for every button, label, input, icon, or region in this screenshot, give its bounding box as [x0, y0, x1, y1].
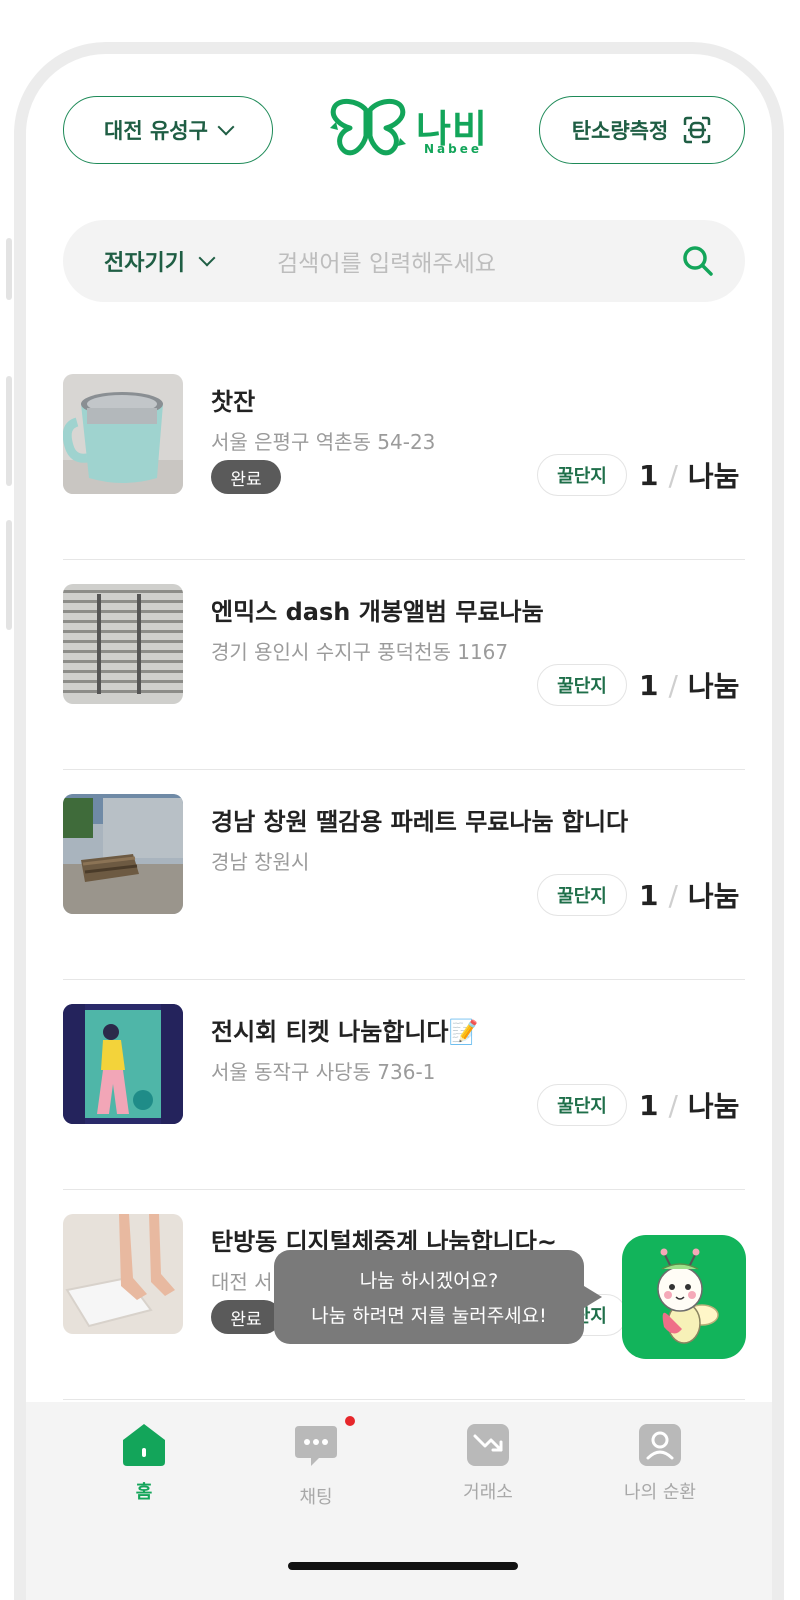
list-item[interactable]: 찻잔 서울 은평구 역촌동 54-23 완료 꿀단지 1 / 나눔: [63, 350, 745, 560]
item-count-value: 1: [639, 668, 659, 702]
phone-side-button: [6, 238, 12, 300]
item-title: 전시회 티켓 나눔합니다📝: [211, 1018, 479, 1046]
location-label: 대전 유성구: [104, 119, 208, 143]
item-title: 엔믹스 dash 개봉앨범 무료나눔: [211, 598, 544, 626]
share-tooltip: 나눔 하시겠어요? 나눔 하려면 저를 눌러주세요!: [274, 1250, 602, 1344]
item-count: 1 / 나눔: [639, 874, 739, 916]
scan-icon: [684, 116, 711, 144]
phone-side-button: [6, 520, 12, 630]
share-mascot-button[interactable]: [622, 1235, 746, 1359]
count-separator: /: [668, 878, 678, 912]
bottom-navigation: 홈 채팅 거래소 나의 순환: [26, 1402, 772, 1600]
bee-mascot-icon: [657, 1248, 719, 1344]
chat-notification-dot: [345, 1416, 355, 1426]
item-title: 찻잔: [211, 388, 256, 416]
butterfly-logo-icon: [330, 99, 406, 156]
poster-photo: [63, 1004, 183, 1124]
app-logo: 나비 Nabee: [328, 98, 498, 168]
scale-photo: [63, 1214, 183, 1334]
location-selector[interactable]: 대전 유성구: [63, 96, 273, 164]
item-thumbnail: [63, 794, 183, 914]
nav-home[interactable]: 홈: [84, 1422, 204, 1504]
item-count-value: 1: [639, 1088, 659, 1122]
phone-screen: 대전 유성구 나비 Nabee 탄소량측정 전자기기 검색어를 입력해주세요 찻…: [14, 42, 784, 1600]
status-badge: 완료: [211, 1300, 281, 1334]
item-type: 나눔: [687, 880, 740, 913]
logo-subtext: Nabee: [424, 142, 483, 156]
item-count-value: 1: [639, 458, 659, 492]
item-address: 서울 동작구 사당동 736-1: [211, 1060, 436, 1084]
status-badge: 완료: [211, 460, 281, 494]
album-stack-photo: [63, 584, 183, 704]
carbon-measure-button[interactable]: 탄소량측정: [539, 96, 745, 164]
nav-exchange-label: 거래소: [463, 1482, 513, 1503]
item-count-value: 1: [639, 878, 659, 912]
chevron-down-icon: [198, 249, 216, 267]
count-separator: /: [668, 668, 678, 702]
count-separator: /: [668, 458, 678, 492]
item-type: 나눔: [687, 460, 740, 493]
carbon-measure-label: 탄소량측정: [571, 119, 669, 143]
nav-home-label: 홈: [135, 1482, 153, 1503]
chat-icon-wrap: [293, 1416, 355, 1473]
nav-chat-label: 채팅: [299, 1487, 333, 1508]
nav-chat[interactable]: 채팅: [256, 1416, 376, 1509]
search-icon[interactable]: [681, 244, 715, 278]
chat-icon: [295, 1426, 337, 1466]
tooltip-line-1: 나눔 하시겠어요?: [359, 1270, 499, 1292]
item-count: 1 / 나눔: [639, 454, 739, 496]
item-tag: 꿀단지: [537, 1084, 627, 1126]
count-separator: /: [668, 1088, 678, 1122]
trend-down-icon: [467, 1424, 509, 1466]
cup-photo: [63, 374, 183, 494]
pallet-photo: [63, 794, 183, 914]
list-item[interactable]: 엔믹스 dash 개봉앨범 무료나눔 경기 용인시 수지구 풍덕천동 1167 …: [63, 560, 745, 770]
list-item[interactable]: 전시회 티켓 나눔합니다📝 서울 동작구 사당동 736-1 꿀단지 1 / 나…: [63, 980, 745, 1190]
tooltip-line-2: 나눔 하려면 저를 눌러주세요!: [311, 1305, 547, 1327]
category-label: 전자기기: [104, 251, 185, 276]
item-count: 1 / 나눔: [639, 1084, 739, 1126]
list-item[interactable]: 경남 창원 땔감용 파레트 무료나눔 합니다 경남 창원시 꿀단지 1 / 나눔: [63, 770, 745, 980]
nav-my[interactable]: 나의 순환: [600, 1422, 720, 1504]
user-icon: [639, 1424, 681, 1466]
home-icon: [123, 1424, 165, 1466]
item-tag: 꿀단지: [537, 454, 627, 496]
item-thumbnail: [63, 1004, 183, 1124]
nav-exchange[interactable]: 거래소: [428, 1422, 548, 1504]
item-address: 경기 용인시 수지구 풍덕천동 1167: [211, 640, 509, 664]
nav-my-label: 나의 순환: [624, 1482, 696, 1503]
item-title: 경남 창원 땔감용 파레트 무료나눔 합니다: [211, 808, 629, 836]
item-address: 경남 창원시: [211, 850, 310, 874]
item-type: 나눔: [687, 670, 740, 703]
item-address: 대전 서: [211, 1270, 273, 1294]
item-thumbnail: [63, 1214, 183, 1334]
category-selector[interactable]: 전자기기: [104, 220, 216, 302]
search-bar: 전자기기 검색어를 입력해주세요: [63, 220, 745, 302]
chevron-down-icon: [217, 118, 235, 136]
item-tag: 꿀단지: [537, 874, 627, 916]
item-tag: 꿀단지: [537, 664, 627, 706]
home-indicator: [288, 1562, 518, 1570]
item-thumbnail: [63, 374, 183, 494]
item-thumbnail: [63, 584, 183, 704]
item-count: 1 / 나눔: [639, 664, 739, 706]
phone-side-button: [6, 376, 12, 486]
search-input[interactable]: 검색어를 입력해주세요: [277, 220, 496, 302]
item-type: 나눔: [687, 1090, 740, 1123]
item-address: 서울 은평구 역촌동 54-23: [211, 430, 436, 454]
